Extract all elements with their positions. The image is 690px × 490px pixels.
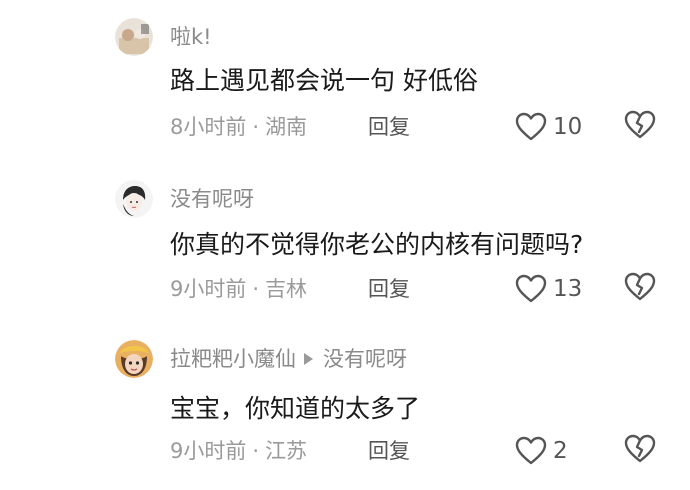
comment-text: 你真的不觉得你老公的内核有问题吗? bbox=[170, 230, 584, 259]
reply-button[interactable]: 回复 bbox=[368, 274, 410, 304]
play-arrow-icon bbox=[304, 353, 313, 365]
username-text[interactable]: 没有呢呀 bbox=[170, 184, 254, 214]
reply-button[interactable]: 回复 bbox=[368, 112, 410, 142]
reply-button[interactable]: 回复 bbox=[368, 436, 410, 466]
avatar[interactable] bbox=[115, 18, 153, 56]
heart-outline-icon[interactable] bbox=[515, 436, 547, 466]
dislike-button[interactable] bbox=[624, 434, 656, 466]
dislike-button[interactable] bbox=[624, 110, 656, 142]
meta-separator: · bbox=[252, 115, 260, 139]
broken-heart-icon[interactable] bbox=[624, 434, 656, 464]
heart-outline-icon[interactable] bbox=[515, 112, 547, 142]
username-text[interactable]: 啦k! bbox=[170, 22, 212, 52]
location: 湖南 bbox=[265, 115, 308, 139]
like-count: 2 bbox=[553, 438, 568, 464]
like-button[interactable]: 10 bbox=[515, 110, 582, 144]
broken-heart-icon[interactable] bbox=[624, 110, 656, 140]
like-count: 10 bbox=[553, 114, 583, 140]
timestamp: 9小时前 bbox=[170, 277, 247, 301]
like-button[interactable]: 13 bbox=[515, 272, 582, 306]
avatar[interactable] bbox=[115, 340, 153, 378]
broken-heart-icon[interactable] bbox=[624, 272, 656, 302]
comment-meta: 9小时前 · 江苏 bbox=[170, 436, 307, 466]
username[interactable]: 没有呢呀 bbox=[170, 184, 254, 214]
timestamp: 8小时前 bbox=[170, 115, 247, 139]
reply-to-username[interactable]: 没有呢呀 bbox=[323, 344, 407, 374]
meta-separator: · bbox=[252, 277, 260, 301]
username[interactable]: 啦k! bbox=[170, 22, 212, 52]
location: 江苏 bbox=[265, 439, 308, 463]
location: 吉林 bbox=[265, 277, 308, 301]
username[interactable]: 拉粑粑小魔仙 没有呢呀 bbox=[170, 344, 407, 374]
comment-text: 路上遇见都会说一句 好低俗 bbox=[170, 66, 478, 95]
dislike-button[interactable] bbox=[624, 272, 656, 304]
avatar[interactable] bbox=[115, 180, 153, 218]
comment-meta: 8小时前 · 湖南 bbox=[170, 112, 307, 142]
comment-meta: 9小时前 · 吉林 bbox=[170, 274, 307, 304]
comment-text: 宝宝，你知道的太多了 bbox=[170, 394, 421, 423]
like-count: 13 bbox=[553, 276, 583, 302]
heart-outline-icon[interactable] bbox=[515, 274, 547, 304]
meta-separator: · bbox=[252, 439, 260, 463]
timestamp: 9小时前 bbox=[170, 439, 247, 463]
like-button[interactable]: 2 bbox=[515, 434, 568, 468]
username-text[interactable]: 拉粑粑小魔仙 bbox=[170, 344, 296, 374]
